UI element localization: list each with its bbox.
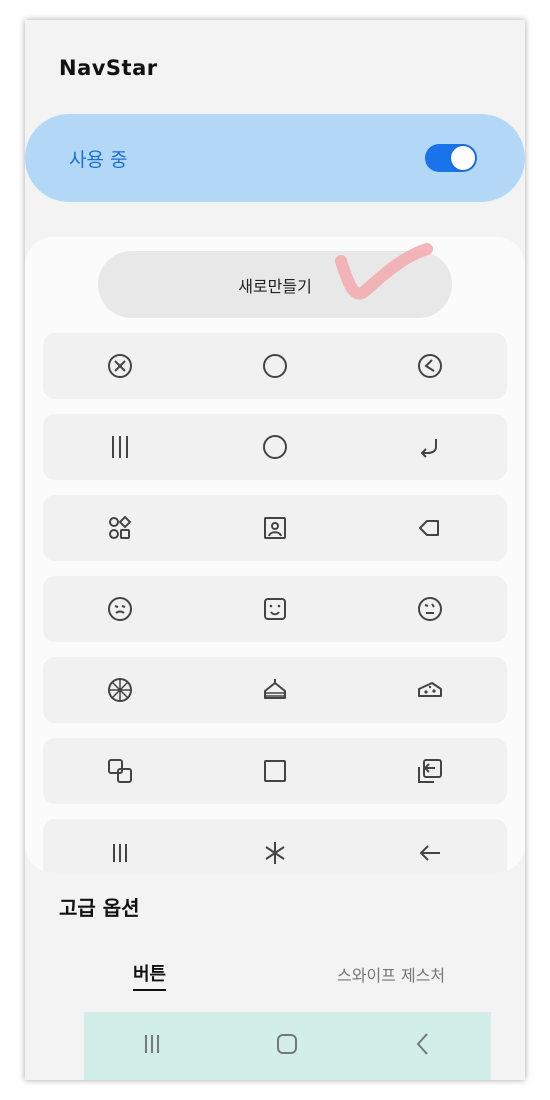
enter-box-icon[interactable] [352,757,507,785]
pizza-icon[interactable] [43,676,198,704]
grid-shapes-icon[interactable] [43,514,198,542]
tab-swipe-gesture[interactable]: 스와이프 제스처 [337,962,445,986]
home-icon[interactable] [272,1029,302,1063]
square-icon[interactable] [198,757,353,785]
app-title: NavStar [59,56,158,80]
icon-row-1[interactable] [43,333,507,399]
circle-arrow-icon[interactable] [352,352,507,380]
three-bars-icon[interactable] [43,433,198,461]
smiley-squint-icon[interactable] [43,595,198,623]
icon-panel: 새로만들기 [25,237,525,873]
toggle-knob [451,146,475,170]
toggle-switch[interactable] [425,144,477,172]
smiley-wink-icon[interactable] [352,595,507,623]
recent-apps-icon[interactable] [137,1029,167,1063]
icon-row-6[interactable] [43,738,507,804]
icon-row-4[interactable] [43,576,507,642]
advanced-options-title: 고급 옵션 [59,896,140,920]
check-mark-annotation [335,243,433,300]
toggle-label: 사용 중 [69,148,128,171]
left-arrow-icon[interactable] [352,838,507,866]
square-smiley-icon[interactable] [198,595,353,623]
cake-slice-icon[interactable] [198,676,353,704]
icon-row-5[interactable] [43,657,507,723]
return-arrow-icon[interactable] [352,433,507,461]
navigation-bar-preview [84,1012,491,1080]
phone-screen: NavStar 사용 중 새로만들기 고급 옵션 버튼 스와이프 제스처 [25,20,525,1080]
circle-icon[interactable] [198,433,353,461]
back-icon[interactable] [408,1029,438,1063]
arrow-left-outline-icon[interactable] [352,514,507,542]
thin-bars-icon[interactable] [43,838,198,866]
circle-x-icon[interactable] [43,352,198,380]
tab-button[interactable]: 버튼 [133,960,167,991]
cheese-icon[interactable] [352,676,507,704]
portrait-frame-icon[interactable] [198,514,353,542]
circle-icon[interactable] [198,352,353,380]
icon-row-3[interactable] [43,495,507,561]
icon-row-2[interactable] [43,414,507,480]
overlap-squares-icon[interactable] [43,757,198,785]
asterisk-icon[interactable] [198,838,353,866]
in-use-toggle-bar[interactable]: 사용 중 [25,114,525,202]
icon-row-7[interactable] [43,819,507,873]
